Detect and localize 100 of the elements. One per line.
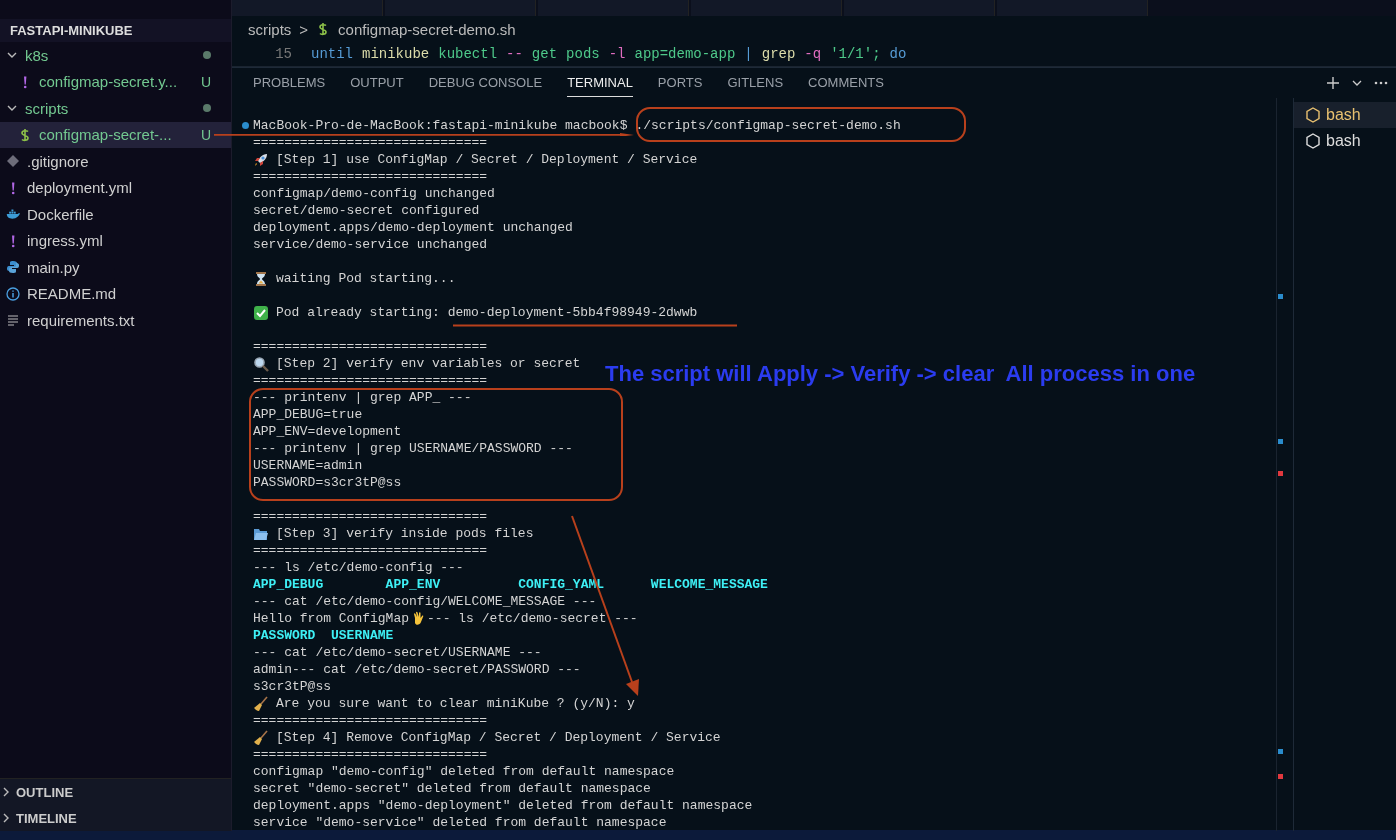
rocket-icon (255, 153, 267, 166)
plus-icon[interactable] (1326, 76, 1340, 90)
broom-icon (254, 695, 268, 711)
more-icon[interactable] (1374, 81, 1388, 85)
terminal-line: PASSWORD=s3cr3tP@ss (253, 476, 402, 489)
line-number: 15 (274, 46, 293, 62)
panel-tab[interactable]: PROBLEMS (253, 69, 326, 97)
magnifier-icon (254, 356, 269, 372)
section-header[interactable]: OUTLINE (0, 779, 231, 805)
terminal-line: --- printenv | grep APP_ --- (253, 391, 472, 404)
terminal-line: secret/demo-secret configured (253, 204, 480, 217)
file-item[interactable]: .gitignore (0, 148, 231, 175)
editor-tab[interactable] (232, 0, 383, 16)
terminal-line: ============================== (253, 340, 488, 353)
terminal-line: s3cr3tP@ss (253, 680, 331, 693)
terminal-line: [Step 1] use ConfigMap / Secret / Deployment / Service (276, 153, 698, 166)
terminal-line: APP_DEBUG=true (253, 408, 363, 421)
terminal-line: APP_ENV=development (253, 425, 402, 438)
file-item[interactable]: Dockerfile (0, 201, 231, 228)
terminal-line: deployment.apps "demo-deployment" deleted from default namespace (253, 799, 753, 812)
git-status: U (200, 73, 211, 90)
breadcrumb-separator: > (299, 20, 309, 38)
terminal-line: configmap/demo-config unchanged (253, 187, 495, 200)
chevron-icon (2, 813, 10, 823)
cube-icon (1306, 107, 1320, 123)
editor-tab[interactable] (691, 0, 842, 16)
terminal-line: ============================== (253, 374, 488, 387)
panel-tab[interactable]: PORTS (657, 69, 703, 97)
section-header[interactable]: TIMELINE (0, 805, 231, 831)
cube-icon (1306, 133, 1320, 149)
file-item[interactable]: configmap-secret.y... U (0, 68, 231, 95)
terminal-line: ============================== (253, 170, 488, 183)
editor-tab[interactable] (385, 0, 536, 16)
terminal-line: [Step 4] Remove ConfigMap / Secret / Deployment / Service (276, 731, 721, 744)
file-item[interactable]: configmap-secret-... U (0, 121, 231, 148)
hourglass-icon (256, 271, 266, 286)
code-token: -q (804, 46, 822, 62)
terminal-line: --- ls /etc/demo-secret --- (427, 612, 638, 625)
editor-tab[interactable] (538, 0, 689, 16)
terminal-line: service/demo-service unchanged (253, 238, 488, 251)
terminal-line: ============================== (253, 544, 488, 557)
breadcrumb-item[interactable]: configmap-secret-demo.sh (338, 20, 516, 38)
scrollbar-marker (1278, 774, 1283, 779)
annotation-text: The script will Apply -> Verify -> clear All process in one (605, 361, 1196, 387)
shell-session-item[interactable]: bash (1294, 102, 1396, 128)
terminal-line: Pod already starting: demo-deployment-5bb4f98949-2dwwb (276, 306, 698, 319)
editor-tab[interactable] (844, 0, 995, 16)
code-token: -l (608, 46, 626, 62)
chevron-icon (2, 787, 10, 797)
terminal-line: deployment.apps/demo-deployment unchanged (253, 221, 573, 234)
folder-item[interactable]: k8s (0, 42, 231, 69)
file-item[interactable]: deployment.yml (0, 174, 231, 201)
panel-tab[interactable]: OUTPUT (350, 69, 404, 97)
check-icon (254, 305, 268, 320)
code-token: until (311, 46, 353, 62)
code-token: pods (566, 46, 600, 62)
file-listing: PASSWORD USERNAME (253, 629, 394, 642)
project-title[interactable]: FASTAPI-MINIKUBE (0, 19, 231, 42)
panel-tab[interactable]: GITLENS (727, 69, 784, 97)
file-item[interactable]: ingress.yml (0, 227, 231, 254)
chevron-icon[interactable] (1352, 79, 1362, 87)
dollar-icon (18, 127, 32, 142)
diamond-icon (6, 154, 20, 169)
panel-tab[interactable]: DEBUG CONSOLE (428, 69, 543, 97)
terminal-line: secret "demo-secret" deleted from default namespace (253, 782, 651, 795)
folder-icon (254, 528, 268, 540)
terminal-line: [Step 2] verify env variables or secret (276, 357, 581, 370)
terminal-line: ============================== (253, 714, 488, 727)
editor-tab[interactable] (997, 0, 1148, 16)
info-icon (6, 286, 20, 301)
terminal-line: [Step 3] verify inside pods files (276, 527, 534, 540)
scrollbar-marker (1278, 439, 1283, 444)
shell-prompt: MacBook-Pro-de-MacBook:fastapi-minikube macbook$ (253, 119, 628, 132)
shell-session-item[interactable]: bash (1294, 128, 1396, 154)
terminal-line: --- printenv | grep USERNAME/PASSWORD --- (253, 442, 573, 455)
folder-item[interactable]: scripts (0, 95, 231, 122)
scrollbar-marker (1278, 294, 1283, 299)
git-status: U (200, 126, 211, 143)
panel-tab[interactable]: TERMINAL (567, 69, 633, 97)
broom-icon (254, 729, 268, 745)
waving-hand-icon (414, 611, 424, 625)
snake-logo-icon (6, 260, 20, 275)
code-token: -- (506, 46, 523, 62)
terminal-line: configmap "demo-config" deleted from default namespace (253, 765, 675, 778)
terminal-line: Are you sure want to clear miniKube ? (y/N): y (276, 697, 635, 710)
terminal-line: --- cat /etc/demo-secret/USERNAME --- (253, 646, 542, 659)
code-token: minikube (362, 46, 430, 62)
file-item[interactable]: main.py (0, 254, 231, 281)
file-item[interactable]: README.md (0, 280, 231, 307)
whale-icon (6, 207, 20, 222)
panel-tab[interactable]: COMMENTS (808, 69, 884, 97)
breadcrumb-item[interactable]: scripts (248, 20, 292, 38)
code-token: do (889, 46, 907, 62)
scrollbar-marker (1278, 471, 1283, 476)
terminal-line: ============================== (253, 510, 488, 523)
file-item[interactable]: requirements.txt (0, 307, 231, 334)
code-token: '1/1'; (830, 46, 881, 62)
terminal-line: --- ls /etc/demo-config --- (253, 561, 464, 574)
terminal-line: USERNAME=admin (253, 459, 363, 472)
status-dot (242, 122, 249, 129)
